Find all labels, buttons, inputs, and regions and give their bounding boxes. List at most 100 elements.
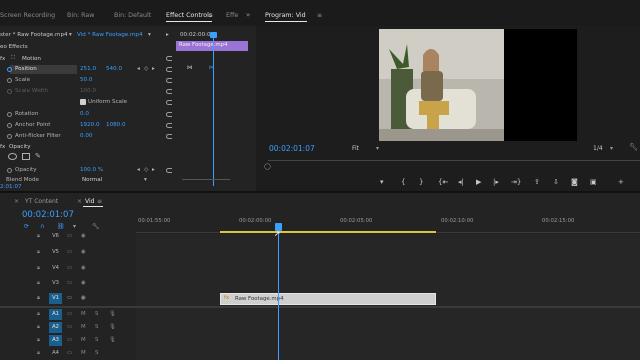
ellipse-mask-icon[interactable]: [8, 153, 17, 160]
anchor-reset-icon[interactable]: [166, 123, 172, 128]
lock-icon[interactable]: 🔒︎: [37, 350, 40, 357]
next-keyframe-icon[interactable]: ▸: [152, 66, 155, 72]
lock-icon[interactable]: 🔒︎: [37, 233, 40, 240]
close-tab-icon[interactable]: ×: [14, 198, 19, 205]
track-name[interactable]: A1: [49, 309, 62, 320]
sync-lock-icon[interactable]: ▭: [67, 249, 72, 255]
eye-icon[interactable]: ◉: [81, 233, 86, 239]
lock-icon[interactable]: 🔒︎: [37, 265, 40, 272]
rotation-reset-icon[interactable]: [166, 112, 172, 117]
extract-icon[interactable]: ⇩: [553, 178, 559, 186]
eye-icon[interactable]: ◉: [81, 249, 86, 255]
anchor-x-value[interactable]: 1920.0: [80, 122, 100, 128]
go-to-in-icon[interactable]: {⇤: [438, 178, 448, 186]
track-name[interactable]: A3: [49, 335, 62, 346]
tab-bin-raw[interactable]: Bin: Raw: [67, 12, 94, 19]
solo-button[interactable]: S: [95, 311, 98, 317]
lift-icon[interactable]: ⇪: [534, 178, 540, 186]
snap-icon[interactable]: ∩: [40, 223, 44, 230]
track-name[interactable]: V1: [49, 293, 62, 304]
solo-button[interactable]: S: [95, 337, 98, 343]
track-name[interactable]: V4: [49, 263, 62, 274]
scale-width-reset-icon[interactable]: [166, 89, 172, 94]
mute-button[interactable]: M: [81, 337, 86, 343]
uniform-scale-checkbox[interactable]: [80, 99, 86, 105]
position-x-value[interactable]: 251.0: [80, 66, 96, 72]
mute-button[interactable]: M: [81, 350, 86, 356]
tab-bin-default[interactable]: Bin: Default: [114, 12, 151, 19]
lock-icon[interactable]: 🔒︎: [37, 337, 40, 344]
opacity-reset-icon[interactable]: [166, 168, 172, 173]
fit-dropdown-icon[interactable]: ▾: [376, 145, 379, 152]
solo-button[interactable]: S: [95, 324, 98, 330]
resolution-select[interactable]: 1/4: [593, 145, 603, 152]
tab-screen-recording[interactable]: Screen Recording: [0, 12, 55, 19]
rotation-value[interactable]: 0.0: [80, 111, 89, 117]
mark-in-icon[interactable]: {: [401, 178, 405, 186]
tab-effects[interactable]: Effe: [226, 12, 238, 19]
chevron-down-icon[interactable]: ▾: [69, 32, 72, 38]
fit-select[interactable]: Fit: [352, 145, 359, 152]
scale-stopwatch-icon[interactable]: [7, 78, 12, 83]
lock-icon[interactable]: 🔒︎: [37, 280, 40, 287]
step-forward-icon[interactable]: |▸: [493, 178, 499, 186]
tab-vid[interactable]: Vid: [85, 198, 94, 205]
mark-out-icon[interactable]: }: [419, 178, 423, 186]
tab-effect-controls[interactable]: Effect Controls: [166, 12, 212, 19]
scale-value[interactable]: 50.0: [80, 77, 92, 83]
timeline-clip[interactable]: fx Raw Footage.mp4: [220, 293, 436, 305]
play-clip-icon[interactable]: ▸: [166, 32, 169, 38]
anchor-y-value[interactable]: 1080.0: [106, 122, 126, 128]
tab-overflow-icon[interactable]: »: [246, 11, 250, 19]
add-marker-icon[interactable]: ▾: [380, 178, 384, 186]
ec-zoom-slider[interactable]: [182, 179, 230, 180]
opacity-value[interactable]: 100.0 %: [80, 167, 103, 173]
sequence-clip-label[interactable]: Vid * Raw Footage.mp4: [77, 32, 143, 38]
anchor-stopwatch-icon[interactable]: [7, 123, 12, 128]
panel-menu-icon[interactable]: ≡: [208, 12, 213, 19]
camera-icon[interactable]: ◙: [571, 178, 578, 186]
position-reset-icon[interactable]: [166, 67, 172, 72]
close-vid-tab-icon[interactable]: ×: [77, 198, 82, 205]
play-icon[interactable]: ▶: [476, 178, 481, 186]
lock-icon[interactable]: 🔒︎: [37, 311, 40, 318]
motion-reset-icon[interactable]: [166, 56, 172, 61]
keyframe-marker-icon[interactable]: ⋈: [187, 65, 193, 71]
sync-lock-icon[interactable]: ▭: [67, 350, 72, 356]
lock-icon[interactable]: 🔒︎: [37, 324, 40, 331]
mic-icon[interactable]: 🎙︎: [109, 324, 116, 330]
mute-button[interactable]: M: [81, 311, 86, 317]
pen-mask-icon[interactable]: ✎: [35, 152, 41, 160]
position-y-value[interactable]: 540.0: [106, 66, 122, 72]
eye-icon[interactable]: ◉: [81, 265, 86, 271]
sync-lock-icon[interactable]: ▭: [67, 311, 72, 317]
track-name[interactable]: A4: [49, 348, 62, 359]
mini-timeline-clip[interactable]: Raw Footage.mp4: [176, 41, 248, 51]
source-clip-label[interactable]: ster * Raw Footage.mp4: [0, 32, 68, 38]
sync-lock-icon[interactable]: ▭: [67, 324, 72, 330]
opacity-stopwatch-icon[interactable]: [7, 168, 12, 173]
scrub-start-icon[interactable]: ◯: [264, 163, 271, 170]
track-name[interactable]: A2: [49, 322, 62, 333]
prev-keyframe-icon[interactable]: ◂: [137, 66, 140, 72]
mute-button[interactable]: M: [81, 324, 86, 330]
scale-reset-icon[interactable]: [166, 78, 172, 83]
sync-lock-icon[interactable]: ▭: [67, 280, 72, 286]
opacity-fx-badge-icon[interactable]: fx: [0, 144, 5, 150]
sync-lock-icon[interactable]: ▭: [67, 337, 72, 343]
tab-yt-content[interactable]: YT Content: [25, 198, 58, 205]
program-scrub-bar[interactable]: [268, 160, 640, 166]
antiflicker-value[interactable]: 0.00: [80, 133, 92, 139]
sync-lock-icon[interactable]: ▭: [67, 295, 72, 301]
lock-icon[interactable]: 🔒︎: [37, 295, 40, 302]
add-keyframe-icon[interactable]: ◇: [144, 66, 148, 72]
button-editor-icon[interactable]: ▣: [590, 178, 597, 186]
eye-icon[interactable]: ◉: [81, 295, 86, 301]
track-name[interactable]: V3: [49, 278, 62, 289]
linked-selection-icon[interactable]: ⛓︎: [57, 223, 65, 230]
blend-dropdown-icon[interactable]: ▾: [144, 177, 147, 183]
opacity-next-keyframe-icon[interactable]: ▸: [152, 167, 155, 173]
antiflicker-reset-icon[interactable]: [166, 134, 172, 139]
eye-icon[interactable]: ◉: [81, 280, 86, 286]
go-to-out-icon[interactable]: ⇥}: [511, 178, 521, 186]
